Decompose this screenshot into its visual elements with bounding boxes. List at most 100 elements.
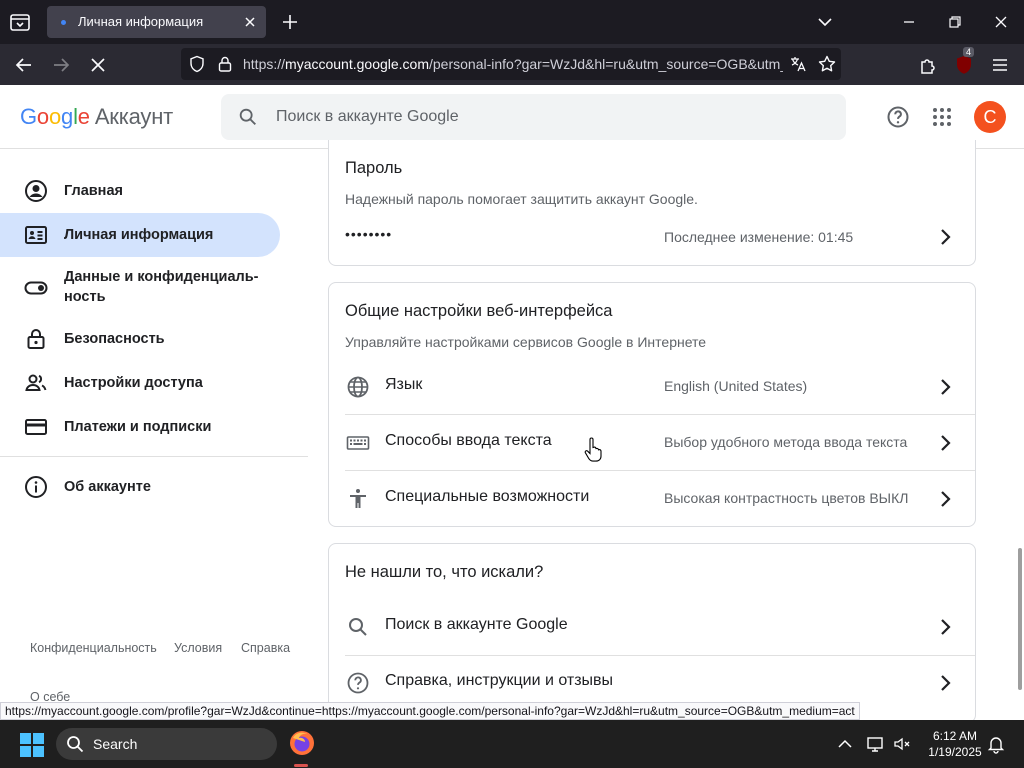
close-tab-icon[interactable] xyxy=(240,12,260,32)
tab-list-icon[interactable] xyxy=(8,10,32,34)
accessibility-row[interactable]: Специальные возможности Высокая контраст… xyxy=(329,471,975,527)
sidebar-item-label: Настройки доступа xyxy=(64,375,203,391)
row-label: Способы ввода текста xyxy=(385,432,552,449)
notification-bell-icon[interactable] xyxy=(986,734,1006,754)
search-icon xyxy=(346,615,370,639)
help-icon xyxy=(346,671,370,695)
search-input[interactable] xyxy=(276,94,816,140)
card-title: Не нашли то, что искали? xyxy=(345,563,544,581)
bookmark-star-icon[interactable] xyxy=(817,54,837,74)
row-value: English (United States) xyxy=(664,378,808,394)
google-wordmark: Google xyxy=(20,104,90,129)
taskbar-clock[interactable]: 6:12 AM 1/19/2025 xyxy=(920,728,990,760)
account-circle-icon xyxy=(24,179,48,203)
help-icon[interactable] xyxy=(886,105,910,129)
menu-hamburger-icon[interactable] xyxy=(988,53,1012,77)
sidebar-item-label: Об аккаунте xyxy=(64,479,151,495)
search-icon xyxy=(237,106,259,128)
minimize-icon[interactable] xyxy=(898,11,920,33)
active-app-indicator xyxy=(294,764,308,767)
url-prefix: https:// xyxy=(243,56,286,72)
sidebar-item-data-privacy[interactable]: Данные и конфиденциаль- ность xyxy=(0,257,280,315)
row-label: Поиск в аккаунте Google xyxy=(385,616,568,633)
volume-muted-icon[interactable] xyxy=(892,734,912,754)
globe-icon xyxy=(346,375,370,399)
chevron-right-icon xyxy=(933,671,957,695)
clock-time: 6:12 AM xyxy=(932,729,978,743)
stop-loading-icon[interactable] xyxy=(86,53,110,77)
google-account-logo[interactable]: Google Аккаунт xyxy=(20,104,173,130)
network-icon[interactable] xyxy=(866,734,886,754)
browser-tab[interactable]: Личная информация xyxy=(47,6,266,38)
taskbar-search-label: Search xyxy=(93,736,138,752)
ublock-icon[interactable]: 4 xyxy=(952,47,976,77)
sidebar: Главная Личная информация Данные и конфи… xyxy=(0,150,308,704)
translate-icon[interactable] xyxy=(789,55,807,73)
account-search-box[interactable] xyxy=(221,94,846,140)
chevron-right-icon xyxy=(933,615,957,639)
back-arrow-icon[interactable] xyxy=(12,53,36,77)
url-text[interactable]: https://myaccount.google.com/personal-in… xyxy=(243,56,783,72)
sidebar-item-payments[interactable]: Платежи и подписки xyxy=(0,405,280,449)
chevron-right-icon xyxy=(933,375,957,399)
search-account-row[interactable]: Поиск в аккаунте Google xyxy=(329,599,975,655)
url-host: myaccount.google.com xyxy=(285,56,429,72)
hand-cursor-icon xyxy=(584,437,602,463)
sidebar-divider xyxy=(0,456,308,457)
chevron-right-icon xyxy=(933,431,957,455)
page-scrollbar[interactable] xyxy=(1018,548,1022,690)
toggle-icon xyxy=(24,276,48,300)
tray-chevron-up-icon[interactable] xyxy=(835,734,855,754)
close-window-icon[interactable] xyxy=(990,11,1012,33)
lock-icon[interactable] xyxy=(216,55,234,73)
sidebar-item-sharing[interactable]: Настройки доступа xyxy=(0,361,280,405)
sidebar-item-label: Безопасность xyxy=(64,331,165,347)
row-label: Специальные возможности xyxy=(385,488,590,505)
footer-help-link[interactable]: Справка xyxy=(241,641,290,655)
new-tab-icon[interactable] xyxy=(279,11,301,33)
keyboard-icon xyxy=(346,431,370,455)
card-title: Пароль xyxy=(345,159,403,177)
tab-overflow-chevron-icon[interactable] xyxy=(814,11,836,33)
web-settings-card: Общие настройки веб-интерфейса Управляйт… xyxy=(328,282,976,527)
sidebar-item-personal-info[interactable]: Личная информация xyxy=(0,213,280,257)
extension-badge: 4 xyxy=(963,47,975,57)
people-icon xyxy=(24,371,48,395)
footer-privacy-link[interactable]: Конфиденциальность xyxy=(30,641,157,655)
clock-date: 1/19/2025 xyxy=(928,745,982,759)
row-value: Выбор удобного метода ввода текста xyxy=(664,434,908,450)
windows-start-icon[interactable] xyxy=(20,733,44,757)
sidebar-item-security[interactable]: Безопасность xyxy=(0,317,280,361)
tab-title: Личная информация xyxy=(78,14,204,29)
url-path: /personal-info?gar=WzJd&hl=ru&utm_source… xyxy=(429,56,783,72)
shield-icon[interactable] xyxy=(188,55,206,73)
footer-terms-link[interactable]: Условия xyxy=(174,641,222,655)
product-name: Аккаунт xyxy=(94,104,174,129)
url-bar[interactable]: https://myaccount.google.com/personal-in… xyxy=(181,48,841,80)
sidebar-item-home[interactable]: Главная xyxy=(0,169,280,213)
row-label: Язык xyxy=(385,376,423,393)
browser-nav-bar: https://myaccount.google.com/personal-in… xyxy=(0,44,1024,85)
sidebar-item-label: Данные и конфиденциаль- xyxy=(64,269,259,285)
restore-icon[interactable] xyxy=(944,11,966,33)
input-tools-row[interactable]: Способы ввода текста Выбор удобного мето… xyxy=(329,415,975,471)
card-subtitle: Надежный пароль помогает защитить аккаун… xyxy=(345,191,698,207)
sidebar-item-label: Платежи и подписки xyxy=(64,419,212,435)
search-icon xyxy=(66,735,84,753)
firefox-icon[interactable] xyxy=(289,730,315,756)
language-row[interactable]: Язык English (United States) xyxy=(329,359,975,415)
password-card[interactable]: Пароль Надежный пароль помогает защитить… xyxy=(328,140,976,266)
row-value: Высокая контрастность цветов ВЫКЛ xyxy=(664,490,909,506)
apps-grid-icon[interactable] xyxy=(930,105,954,129)
lock-icon xyxy=(24,327,48,351)
avatar[interactable]: С xyxy=(974,101,1006,133)
extensions-puzzle-icon[interactable] xyxy=(917,53,941,77)
card-subtitle: Управляйте настройками сервисов Google в… xyxy=(345,334,707,350)
link-status-bar: https://myaccount.google.com/profile?gar… xyxy=(0,702,860,720)
forward-arrow-icon[interactable] xyxy=(49,53,73,77)
not-found-card: Не нашли то, что искали? Поиск в аккаунт… xyxy=(328,543,976,723)
taskbar-search[interactable]: Search xyxy=(56,728,277,760)
sidebar-item-about[interactable]: Об аккаунте xyxy=(0,465,280,509)
accessibility-icon xyxy=(346,487,370,511)
chevron-right-icon xyxy=(933,487,957,511)
